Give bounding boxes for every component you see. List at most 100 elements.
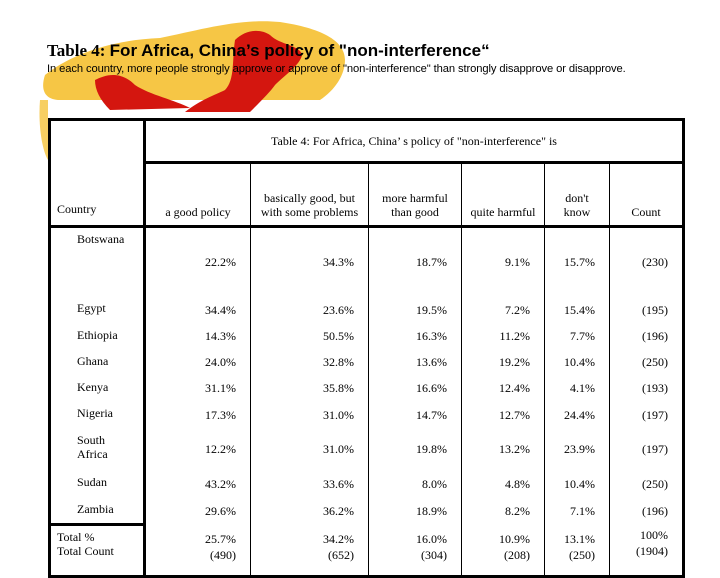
total-pct: 34.2% (323, 531, 354, 546)
table-body: Botswana 22.2% 34.3% 18.7% 9.1% 15.7% (230) Egy… (49, 226, 684, 525)
country-column-header: Country (49, 119, 146, 228)
table-row: Ghana 24.0% 32.8% 13.6% 19.2% 10.4% (250) (49, 349, 684, 376)
title-lead: Table 4: (47, 41, 110, 60)
table-cell: 16.6% (368, 375, 462, 402)
total-cell: 13.1% (250) (544, 524, 610, 577)
column-header-more-harmful: more harmful than good (368, 162, 462, 228)
country-label: Zambia (49, 497, 146, 525)
table-cell: 31.0% (250, 401, 369, 429)
table-cell: 15.4% (544, 296, 610, 324)
table-cell: 34.3% (250, 226, 369, 297)
table-cell: 35.8% (250, 375, 369, 402)
table-cell: 13.6% (368, 349, 462, 376)
table-cell: 19.8% (368, 428, 462, 471)
table-cell: 14.3% (205, 329, 236, 343)
table-cell: 24.4% (544, 401, 610, 429)
table-cell: 7.1% (544, 497, 610, 525)
total-label: Total % Total Count (49, 523, 146, 577)
column-header-basically-good: basically good, but with some problems (250, 162, 369, 228)
table-cell: 22.2% (205, 254, 236, 269)
total-cell: 10.9% (208) (461, 524, 545, 577)
table-cell: 31.0% (250, 428, 369, 471)
table-cell: 19.2% (461, 349, 545, 376)
table-cell: 14.7% (368, 401, 462, 429)
total-cell: 16.0% (304) (368, 524, 462, 577)
column-header-dont-know: don't know (544, 162, 610, 228)
table-cell: 32.8% (250, 349, 369, 376)
table-cell: 50.5% (250, 323, 369, 350)
table-span-header-row: Country Table 4: For Africa, China’ s po… (49, 119, 684, 228)
table-cell: 9.1% (461, 226, 545, 297)
country-label: Egypt (49, 296, 146, 324)
table-row: South Africa 12.2% 31.0% 19.8% 13.2% 23.9% (19… (49, 428, 684, 471)
country-label: Botswana (49, 226, 146, 297)
total-pct: 10.9% (499, 531, 530, 546)
table-row: Ethiopia 14.3% 50.5% 16.3% 11.2% 7.7% (196) (49, 323, 684, 350)
table-cell: 12.7% (461, 401, 545, 429)
table-cell: (195) (609, 296, 684, 324)
table-cell: 17.3% (205, 407, 236, 422)
survey-table: Country Table 4: For Africa, China’ s po… (48, 118, 685, 578)
table-cell: (193) (609, 375, 684, 402)
total-count-label: Total Count (57, 544, 114, 558)
total-pct: 13.1% (564, 531, 595, 546)
table-span-header: Table 4: For Africa, China’ s policy of … (143, 119, 684, 164)
table-cell: (196) (609, 497, 684, 525)
country-label: Nigeria (49, 401, 146, 429)
table-cell: 12.2% (205, 442, 236, 456)
table-cell: 23.9% (544, 428, 610, 471)
table-row: Sudan 43.2% 33.6% 8.0% 4.8% 10.4% (250) (49, 470, 684, 498)
total-count: (208) (504, 547, 530, 562)
table-cell: 23.6% (250, 296, 369, 324)
table-cell: 31.1% (205, 381, 236, 395)
table-cell: 18.7% (368, 226, 462, 297)
table-cell: 18.9% (368, 497, 462, 525)
table-cell: 13.2% (461, 428, 545, 471)
total-count: (490) (210, 547, 236, 562)
table-cell: (197) (609, 428, 684, 471)
table-cell: 29.6% (205, 503, 236, 518)
country-label: Sudan (49, 470, 146, 498)
page-subtitle: In each country, more people strongly ap… (47, 63, 626, 75)
table-cell: 10.4% (544, 349, 610, 376)
total-cell: 100% (1904) (609, 524, 684, 577)
map-yellow-strip (39, 100, 48, 160)
total-count: (304) (421, 547, 447, 562)
country-label: Kenya (49, 375, 146, 402)
total-count: (250) (569, 547, 595, 562)
table-cell: 24.0% (205, 355, 236, 369)
column-header-count: Count (609, 162, 684, 228)
table-cell: (230) (609, 226, 684, 297)
table-cell: 19.5% (368, 296, 462, 324)
table-cell: 4.8% (461, 470, 545, 498)
table-cell: (250) (609, 349, 684, 376)
table-cell: 33.6% (250, 470, 369, 498)
table-cell: 8.2% (461, 497, 545, 525)
table-cell: 10.4% (544, 470, 610, 498)
total-pct: 100% (640, 527, 668, 542)
table-cell: (250) (609, 470, 684, 498)
total-count: (1904) (636, 543, 668, 558)
table-cell: 7.2% (461, 296, 545, 324)
total-pct: 25.7% (205, 531, 236, 546)
table-cell: 4.1% (544, 375, 610, 402)
table-cell: 12.4% (461, 375, 545, 402)
table-cell: 7.7% (544, 323, 610, 350)
page-title: Table 4: For Africa, China’s policy of "… (47, 41, 490, 61)
title-rest: For Africa, China’s policy of "non-inter… (109, 41, 490, 60)
table-row: Nigeria 17.3% 31.0% 14.7% 12.7% 24.4% (197) (49, 401, 684, 429)
table-cell: 36.2% (250, 497, 369, 525)
country-label: Ethiopia (49, 323, 146, 350)
total-cell: 34.2% (652) (250, 524, 369, 577)
table-cell: 43.2% (205, 476, 236, 491)
total-pct-label: Total % (57, 530, 95, 544)
table-cell: 16.3% (368, 323, 462, 350)
table-column-header-row: a good policy basically good, but with s… (50, 162, 684, 228)
table-row: Kenya 31.1% 35.8% 16.6% 12.4% 4.1% (193) (49, 375, 684, 402)
table-cell: 11.2% (461, 323, 545, 350)
table-total-row: Total % Total Count 25.7% (490) 34.2% (652… (49, 523, 684, 577)
table-row: Botswana 22.2% 34.3% 18.7% 9.1% 15.7% (230) (49, 226, 684, 297)
table-row: Egypt 34.4% 23.6% 19.5% 7.2% 15.4% (195) (49, 296, 684, 324)
total-pct: 16.0% (416, 531, 447, 546)
table-cell: (197) (609, 401, 684, 429)
